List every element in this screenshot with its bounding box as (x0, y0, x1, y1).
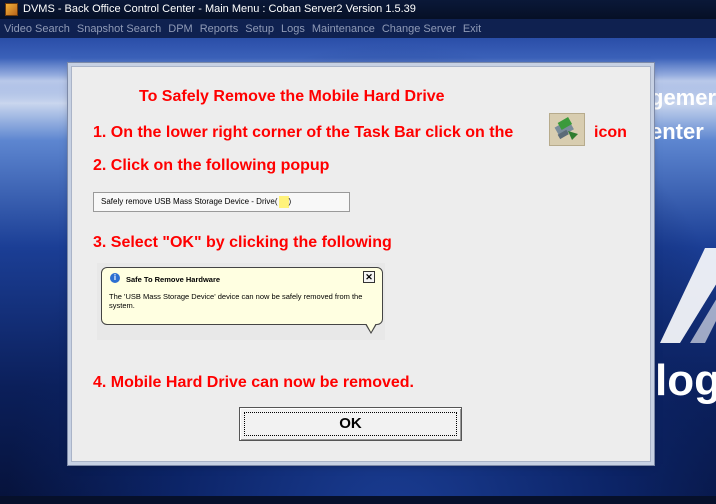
bottom-strip (0, 496, 716, 504)
window-title: DVMS - Back Office Control Center - Main… (23, 3, 416, 15)
menu-logs[interactable]: Logs (281, 23, 305, 35)
menu-snapshot-search[interactable]: Snapshot Search (77, 23, 161, 35)
instruction-step-1: 1. On the lower right corner of the Task… (93, 124, 514, 141)
balloon-example: i Safe To Remove Hardware ✕ The 'USB Mas… (97, 263, 385, 340)
app-window: DVMS - Back Office Control Center - Main… (0, 0, 716, 504)
safe-to-remove-balloon: i Safe To Remove Hardware ✕ The 'USB Mas… (101, 267, 383, 325)
background-text-center: enter (650, 119, 704, 144)
background-text-management: gemer (650, 85, 716, 110)
balloon-message: The 'USB Mass Storage Device' device can… (109, 292, 363, 310)
safely-remove-hardware-icon (549, 113, 585, 146)
menu-change-server[interactable]: Change Server (382, 23, 456, 35)
menu-maintenance[interactable]: Maintenance (312, 23, 375, 35)
dialog-title: To Safely Remove the Mobile Hard Drive (139, 88, 445, 105)
instruction-step-3: 3. Select "OK" by clicking the following (93, 234, 392, 251)
menu-video-search[interactable]: Video Search (4, 23, 70, 35)
menu-bar: Video Search Snapshot Search DPM Reports… (0, 19, 716, 38)
background-text-technologies: log (655, 356, 716, 405)
ok-button-label: OK (339, 415, 362, 432)
menu-reports[interactable]: Reports (200, 23, 239, 35)
menu-dpm[interactable]: DPM (168, 23, 192, 35)
title-bar: DVMS - Back Office Control Center - Main… (0, 0, 716, 19)
drive-letter-highlight (278, 195, 289, 208)
instruction-step-4: 4. Mobile Hard Drive can now be removed. (93, 374, 414, 391)
remove-drive-dialog: To Safely Remove the Mobile Hard Drive 1… (71, 66, 651, 462)
popup-label-end: ) (288, 197, 292, 206)
info-icon: i (110, 273, 120, 283)
popup-label: Safely remove USB Mass Storage Device - … (101, 197, 278, 206)
background-swoosh-graphic (660, 248, 716, 343)
instruction-step-2: 2. Click on the following popup (93, 157, 330, 174)
ok-button[interactable]: OK (239, 407, 462, 441)
instruction-step-1-suffix: icon (594, 124, 627, 141)
menu-exit[interactable]: Exit (463, 23, 481, 35)
menu-setup[interactable]: Setup (245, 23, 274, 35)
close-icon: ✕ (363, 271, 375, 283)
safely-remove-popup-example: Safely remove USB Mass Storage Device - … (93, 192, 350, 212)
app-logo-icon (5, 3, 18, 16)
balloon-title: Safe To Remove Hardware (126, 275, 221, 284)
balloon-tail-fill (366, 323, 376, 332)
